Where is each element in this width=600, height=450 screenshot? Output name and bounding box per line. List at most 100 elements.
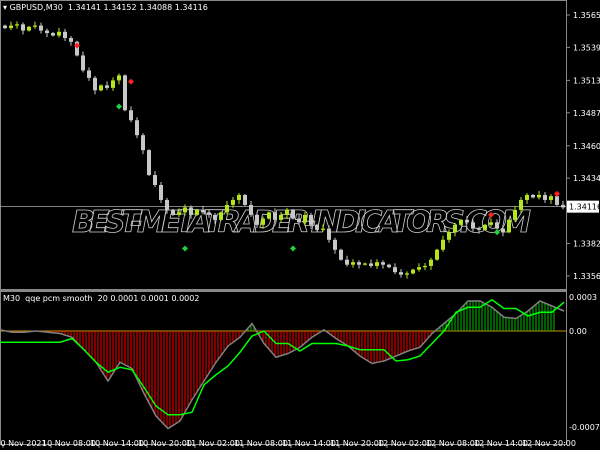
candle-body bbox=[171, 209, 175, 215]
candle-body bbox=[15, 24, 19, 26]
candle-body bbox=[297, 218, 301, 223]
candle-body bbox=[537, 194, 541, 198]
time-tick-label: 12 Nov 02:00 bbox=[378, 439, 432, 448]
main-chart-frame bbox=[0, 0, 567, 290]
candle-body bbox=[393, 267, 397, 273]
candle-body bbox=[105, 85, 109, 88]
candle-body bbox=[45, 30, 49, 34]
indicator-tick-label: 0.00 bbox=[569, 327, 587, 336]
candle-body bbox=[135, 120, 139, 136]
candle-body bbox=[459, 219, 463, 225]
buy-signal-icon bbox=[116, 103, 122, 110]
candle-body bbox=[483, 224, 487, 230]
candle-body bbox=[423, 265, 427, 268]
candle-body bbox=[81, 55, 85, 71]
time-tick-label: 11 Nov 02:00 bbox=[186, 439, 240, 448]
candle-body bbox=[477, 228, 481, 230]
indicator-tick-label: 0.0003 bbox=[569, 293, 597, 302]
current-price-label: 1.34116 bbox=[569, 203, 600, 212]
candle-body bbox=[117, 75, 121, 81]
price-tick-label: 1.34605 bbox=[573, 142, 600, 151]
candle-body bbox=[21, 24, 25, 31]
candle-body bbox=[417, 267, 421, 270]
candle-body bbox=[507, 219, 511, 233]
candle-body bbox=[369, 263, 373, 266]
candle-body bbox=[261, 218, 265, 225]
candle-body bbox=[327, 228, 331, 240]
candle-body bbox=[99, 85, 103, 91]
candle-body bbox=[471, 222, 475, 229]
candle-body bbox=[255, 214, 259, 225]
candle-body bbox=[153, 175, 157, 185]
candle-body bbox=[531, 194, 535, 198]
candle-body bbox=[441, 239, 445, 250]
price-tick-label: 1.34870 bbox=[573, 109, 600, 118]
candle-body bbox=[375, 262, 379, 266]
sell-signal-icon bbox=[554, 190, 560, 197]
sell-signal-icon bbox=[128, 78, 134, 85]
candle-body bbox=[177, 212, 181, 215]
candle-body bbox=[195, 209, 199, 215]
candle-body bbox=[399, 272, 403, 275]
indicator-tick-label: -0.0007 bbox=[569, 423, 600, 432]
candle-body bbox=[213, 214, 217, 220]
candle-body bbox=[9, 25, 13, 29]
price-tick-label: 1.35395 bbox=[573, 43, 600, 52]
candle-body bbox=[189, 207, 193, 215]
candle-body bbox=[447, 232, 451, 240]
candle-body bbox=[201, 209, 205, 213]
candle-body bbox=[453, 224, 457, 233]
candle-body bbox=[237, 194, 241, 200]
symbol-quote: GBPUSD,M30 1.34141 1.34152 1.34088 1.341… bbox=[9, 3, 208, 12]
candle-body bbox=[363, 263, 367, 265]
indicator-title: M30 qqe pcm smooth 20 0.0001 0.0001 0.00… bbox=[3, 294, 200, 303]
candle-body bbox=[435, 249, 439, 260]
candle-body bbox=[555, 196, 559, 205]
candle-body bbox=[69, 38, 73, 42]
time-tick-label: 11 Nov 20:00 bbox=[330, 439, 384, 448]
candle-body bbox=[285, 209, 289, 215]
candle-body bbox=[351, 262, 355, 265]
time-tick-label: 11 Nov 08:00 bbox=[234, 439, 288, 448]
candle-body bbox=[87, 70, 91, 78]
candle-body bbox=[321, 228, 325, 230]
candle-body bbox=[93, 77, 97, 91]
candle-body bbox=[279, 214, 283, 220]
time-tick-label: 11 Nov 14:00 bbox=[282, 439, 336, 448]
candle-body bbox=[183, 207, 187, 213]
time-tick-label: 12 Nov 08:00 bbox=[426, 439, 480, 448]
buy-signal-icon bbox=[182, 245, 188, 252]
candle-body bbox=[249, 204, 253, 215]
candle-body bbox=[513, 209, 517, 220]
candle-body bbox=[381, 262, 385, 265]
candle-body bbox=[429, 259, 433, 266]
candle-body bbox=[315, 224, 319, 230]
candle-body bbox=[561, 204, 565, 208]
candle-body bbox=[63, 31, 67, 39]
candle-body bbox=[207, 212, 211, 215]
candle-body bbox=[231, 199, 235, 205]
time-tick-label: 10 Nov 20:00 bbox=[138, 439, 192, 448]
chart-canvas[interactable]: 1.35655 1.35395 1.35130 1.34870 1.34605 1.343… bbox=[0, 0, 600, 450]
candle-body bbox=[39, 25, 43, 31]
candle-body bbox=[3, 25, 7, 29]
candle-body bbox=[345, 259, 349, 265]
candle-body bbox=[27, 26, 31, 31]
candle-body bbox=[291, 209, 295, 219]
price-tick-label: 1.33560 bbox=[573, 272, 600, 281]
candle-body bbox=[411, 269, 415, 274]
candle-body bbox=[501, 228, 505, 233]
candle-body bbox=[141, 135, 145, 151]
time-tick-label: 10 Nov 2021 bbox=[0, 439, 47, 448]
candle-body bbox=[309, 214, 313, 225]
candle-body bbox=[33, 25, 37, 27]
candle-body bbox=[111, 80, 115, 88]
mt4-chart-window: 1.35655 1.35395 1.35130 1.34870 1.34605 1.343… bbox=[0, 0, 600, 450]
time-tick-label: 12 Nov 14:00 bbox=[474, 439, 528, 448]
candle-body bbox=[147, 150, 151, 176]
candle-body bbox=[267, 212, 271, 219]
candle-body bbox=[357, 262, 361, 265]
candle-body bbox=[489, 222, 493, 225]
candle-body bbox=[465, 219, 469, 223]
time-tick-label: 10 Nov 08:00 bbox=[42, 439, 96, 448]
